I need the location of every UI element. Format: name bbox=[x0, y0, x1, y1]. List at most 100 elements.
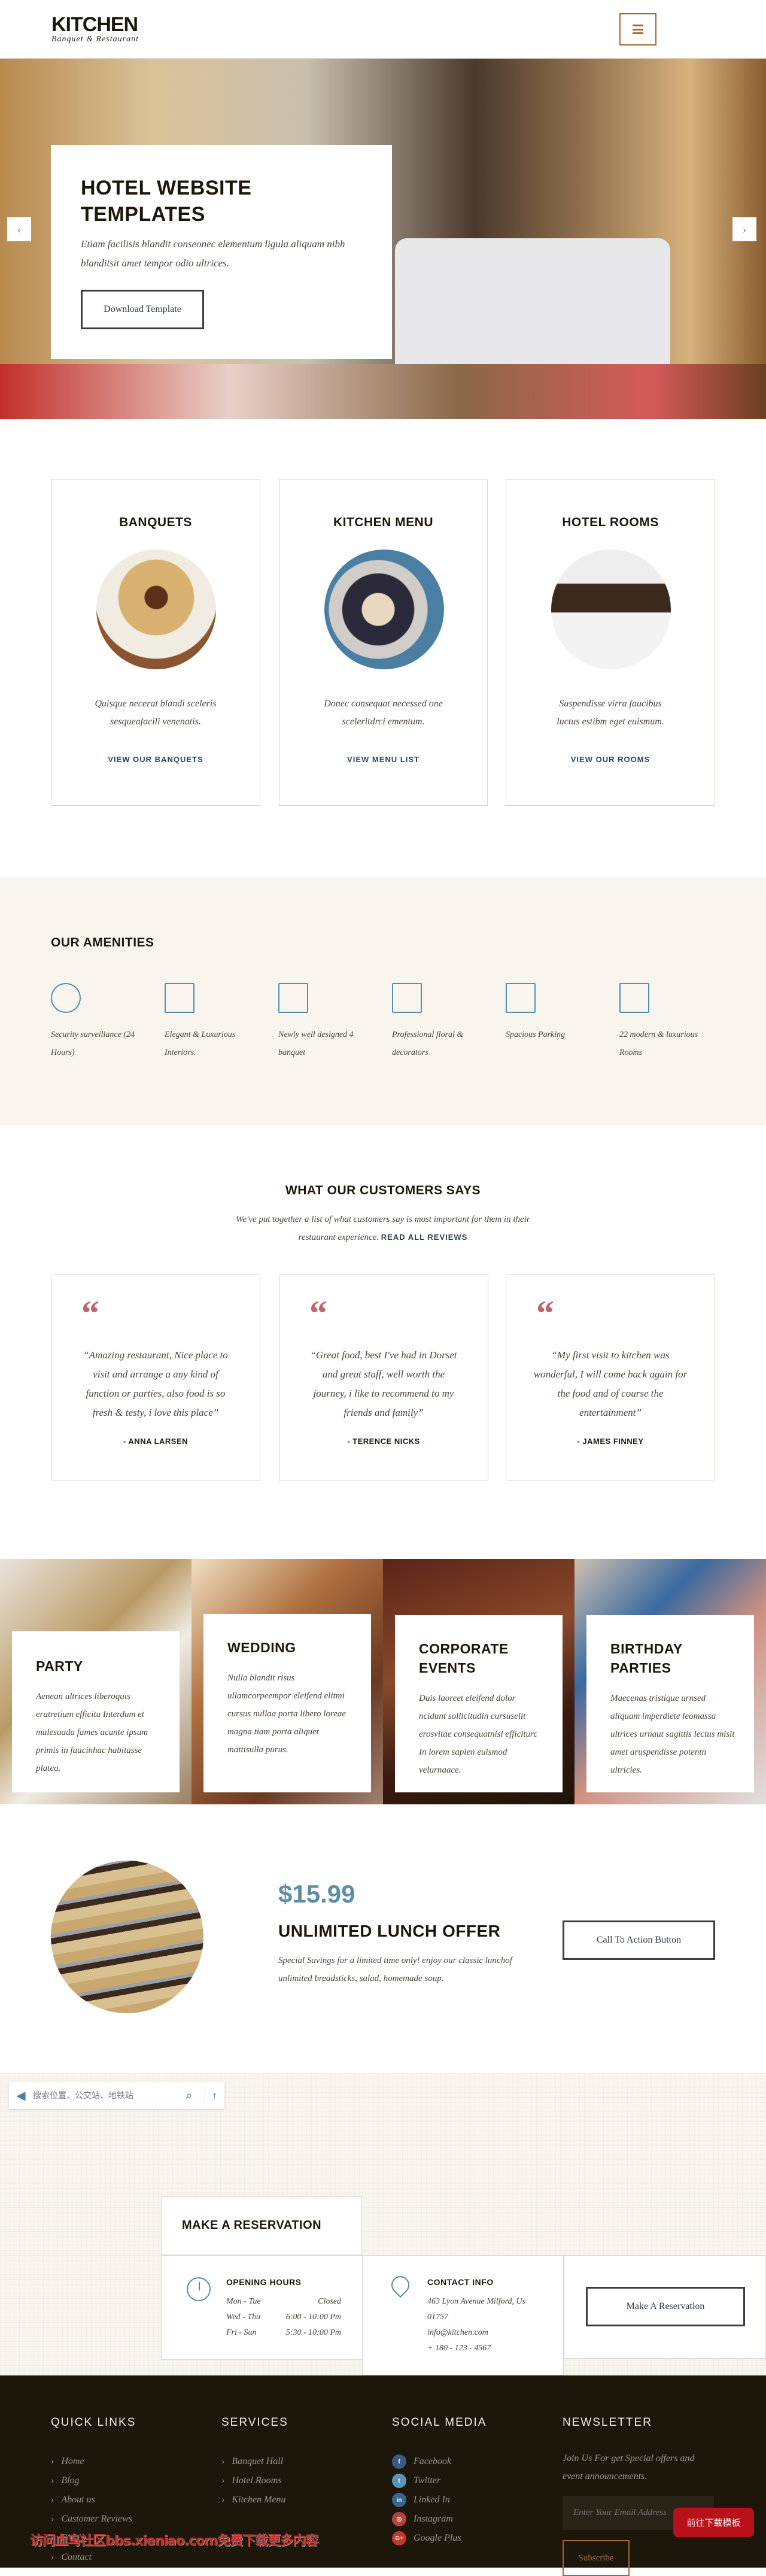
amenities-list: Security surveillance (24 Hours) Elegant … bbox=[51, 983, 733, 1079]
footer-link[interactable]: › Blog bbox=[51, 2471, 132, 2490]
chevron-left-icon: ‹ bbox=[17, 223, 21, 235]
social-label: Facebook bbox=[414, 2456, 452, 2466]
event-card: BIRTHDAY PARTIES Maecenas tristique urnse… bbox=[586, 1615, 754, 1792]
service-card-hotel-rooms: HOTEL ROOMS Suspendisse virra faucibus l… bbox=[506, 479, 715, 806]
view-banquets-link[interactable]: VIEW OUR BANQUETS bbox=[51, 755, 260, 764]
footer-link-label: Customer Reviews bbox=[61, 2514, 132, 2524]
twitter-icon: t bbox=[392, 2474, 406, 2488]
footer-link[interactable]: › Customer Reviews bbox=[51, 2510, 132, 2529]
search-icon[interactable]: ⌕ bbox=[186, 2089, 204, 2102]
download-template-button[interactable]: Download Template bbox=[81, 290, 204, 329]
hero-title: HOTEL WEBSITE TEMPLATES bbox=[81, 175, 251, 227]
event-title: CORPORATE EVENTS bbox=[419, 1641, 509, 1676]
make-reservation-button[interactable]: Make A Reservation bbox=[586, 2287, 745, 2326]
map-search-input[interactable] bbox=[33, 2090, 186, 2101]
read-all-reviews-link[interactable]: READ ALL REVIEWS bbox=[381, 1233, 468, 1242]
offer-text: Special Savings for a limited time only!… bbox=[278, 1956, 512, 1983]
offer-title: UNLIMITED LUNCH OFFER bbox=[278, 1922, 501, 1940]
event-title: PARTY bbox=[36, 1658, 83, 1674]
site-header: KITCHEN Banquet & Restaurant bbox=[0, 0, 766, 59]
amenity-text: Security surveillance (24 Hours) bbox=[51, 1030, 135, 1057]
social-link-twitter[interactable]: t Twitter bbox=[392, 2471, 461, 2490]
testimonial-text: “Great food, best I've had in Dorset and… bbox=[310, 1349, 457, 1418]
event-card: WEDDING Nulla blandit risus ullamcorpeemp… bbox=[203, 1614, 371, 1792]
subscribe-button[interactable]: Subscribe bbox=[563, 2540, 630, 2576]
testimonial-text: “Amazing restaurant, Nice place to visit… bbox=[83, 1349, 228, 1418]
contact-email[interactable]: info@kitchen.com bbox=[427, 2325, 541, 2341]
footer-link[interactable]: › Banquet Hall bbox=[221, 2452, 286, 2471]
services-title: SERVICES bbox=[221, 2416, 288, 2429]
hero-slider: HOTEL WEBSITE TEMPLATES Etiam facilisis … bbox=[0, 59, 766, 419]
amenity-item: Security surveillance (24 Hours) bbox=[51, 983, 147, 1062]
lunch-buffet-image bbox=[51, 1861, 203, 2013]
social-label: Linked In bbox=[414, 2495, 450, 2505]
google-plus-icon: G+ bbox=[392, 2531, 406, 2545]
footer-link-label: Banquet Hall bbox=[232, 2456, 284, 2466]
building-icon bbox=[278, 983, 308, 1013]
chevron-right-icon: › bbox=[51, 2475, 54, 2486]
amenity-item: Elegant & Luxurious Interiors. bbox=[165, 983, 260, 1062]
footer-link[interactable]: › Kitchen Menu bbox=[221, 2490, 286, 2510]
view-menu-link[interactable]: VIEW MENU LIST bbox=[279, 755, 487, 764]
amenity-item: Spacious Parking bbox=[506, 983, 601, 1044]
navigation-arrow-icon[interactable]: ◀ bbox=[9, 2088, 33, 2103]
watermark-text: 访问血鸟社区bbs.xieniao.com免费下载更多内容 bbox=[30, 2533, 318, 2548]
hero-title-line1: HOTEL WEBSITE bbox=[81, 177, 252, 199]
facebook-icon: f bbox=[392, 2454, 406, 2469]
contact-phone: + 180 - 123 - 4567 bbox=[427, 2344, 491, 2353]
hours-day: Wed - Thu bbox=[226, 2313, 261, 2322]
contact-info-box: CONTACT INFO 463 Lyon Avenue Milford, Us… bbox=[362, 2255, 564, 2375]
logo[interactable]: KITCHEN Banquet & Restaurant bbox=[51, 14, 139, 44]
hero-title-line2: TEMPLATES bbox=[81, 203, 205, 226]
amenities-section: OUR AMENITIES Security surveillance (24 … bbox=[0, 878, 766, 1125]
social-label: Twitter bbox=[414, 2475, 441, 2486]
floor-plan-icon bbox=[165, 983, 194, 1013]
slider-next-button[interactable]: › bbox=[732, 217, 756, 241]
social-link-instagram[interactable]: ◎ Instagram bbox=[392, 2510, 461, 2529]
footer-link-label: Home bbox=[61, 2456, 84, 2466]
chevron-right-icon: › bbox=[221, 2456, 225, 2466]
site-footer: QUICK LINKS SERVICES SOCIAL MEDIA NEWSLE… bbox=[0, 2375, 766, 2576]
chevron-right-icon: › bbox=[51, 2514, 54, 2524]
reservation-title: MAKE A RESERVATION bbox=[182, 2219, 322, 2232]
amenity-text: Spacious Parking bbox=[506, 1030, 566, 1039]
social-link-facebook[interactable]: f Facebook bbox=[392, 2452, 461, 2471]
chevron-right-icon: › bbox=[51, 2552, 54, 2562]
event-text: Aenean ultrices liberoquis eratretium ef… bbox=[36, 1692, 148, 1773]
social-link-google-plus[interactable]: G+ Google Plus bbox=[392, 2529, 461, 2548]
contact-info-title: CONTACT INFO bbox=[427, 2277, 494, 2287]
slider-prev-button[interactable]: ‹ bbox=[7, 217, 31, 241]
amenities-title: OUR AMENITIES bbox=[51, 936, 154, 949]
location-pin-icon bbox=[387, 2272, 414, 2298]
service-text: Donec consequat necessed one sceleritdrc… bbox=[324, 699, 443, 727]
instagram-icon: ◎ bbox=[392, 2512, 406, 2526]
download-template-float-button[interactable]: 前往下载模板 bbox=[673, 2508, 754, 2537]
hero-text: Etiam facilisis blandit conseonec elemen… bbox=[81, 238, 345, 269]
view-rooms-link[interactable]: VIEW OUR ROOMS bbox=[506, 755, 715, 764]
chevron-right-icon: › bbox=[221, 2475, 225, 2486]
chevron-right-icon: › bbox=[221, 2495, 225, 2505]
newsletter-title: NEWSLETTER bbox=[563, 2416, 652, 2429]
footer-link[interactable]: › Hotel Rooms bbox=[221, 2471, 286, 2490]
footer-link[interactable]: › Contact bbox=[51, 2548, 132, 2567]
hotel-room-image bbox=[551, 550, 671, 669]
quote-icon: “ bbox=[309, 1294, 327, 1333]
locate-icon[interactable]: ↑ bbox=[204, 2089, 224, 2102]
logo-subtitle: Banquet & Restaurant bbox=[51, 35, 139, 44]
footer-link[interactable]: › About us bbox=[51, 2490, 132, 2510]
logo-title: KITCHEN bbox=[51, 13, 138, 36]
contact-details: 463 Lyon Avenue Milford, Us 01757 info@k… bbox=[427, 2294, 541, 2356]
social-media-title: SOCIAL MEDIA bbox=[392, 2416, 487, 2429]
event-text: Duis laoreet eleifend dolor ncidunt soll… bbox=[419, 1694, 538, 1775]
event-text: Nulla blandit risus ullamcorpeempor elei… bbox=[227, 1673, 346, 1755]
event-title: WEDDING bbox=[227, 1640, 296, 1655]
footer-link-label: Contact bbox=[61, 2552, 92, 2562]
call-to-action-button[interactable]: Call To Action Button bbox=[563, 1920, 715, 1960]
hours-row: Wed - Thu 6:00 - 10:00 Pm bbox=[226, 2310, 341, 2325]
hotel-room-icon bbox=[619, 983, 649, 1013]
amenity-text: Elegant & Luxurious Interiors. bbox=[165, 1030, 236, 1057]
social-link-linkedin[interactable]: in Linked In bbox=[392, 2490, 461, 2510]
service-card-banquets: BANQUETS Quisque necerat blandi sceleris… bbox=[51, 479, 260, 806]
menu-button[interactable] bbox=[619, 13, 656, 45]
footer-link[interactable]: › Home bbox=[51, 2452, 132, 2471]
